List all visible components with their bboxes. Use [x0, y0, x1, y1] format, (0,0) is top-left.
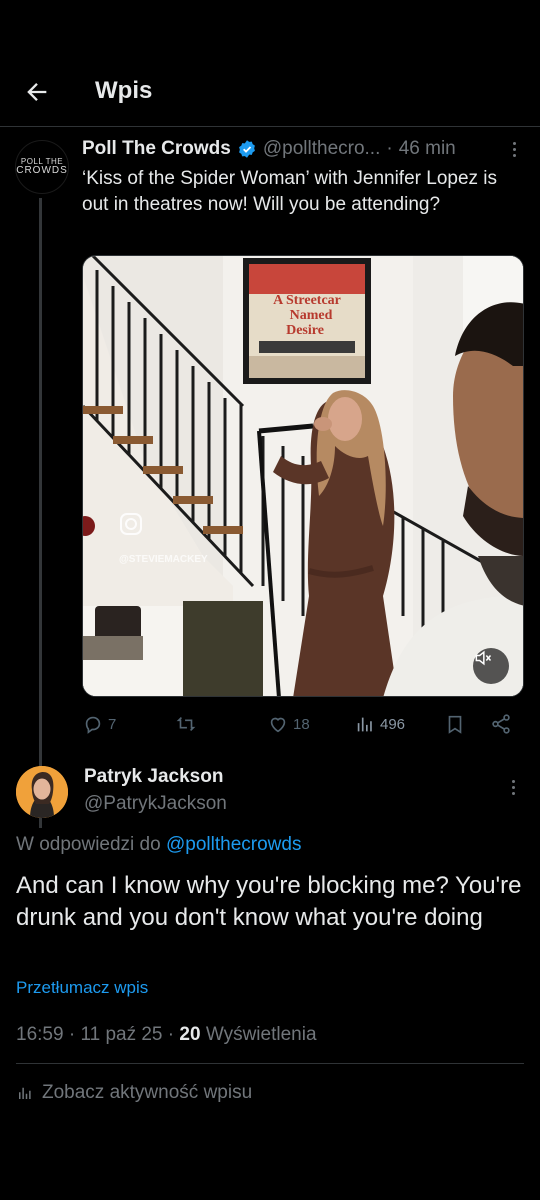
post-meta: Poll The Crowds @pollthecro... · 46 min [82, 136, 527, 162]
post-stats: 16:59 · 11 paź 25 · 20 Wyświetlenia [16, 1024, 317, 1046]
mute-icon[interactable] [473, 648, 509, 684]
views-icon [19, 1087, 31, 1099]
retweet-icon [176, 716, 196, 732]
thread-connector [39, 198, 42, 828]
poster-line2: Named [290, 308, 333, 323]
views-count: 496 [380, 715, 406, 733]
bookmark-button[interactable] [444, 711, 466, 737]
view-activity-link[interactable]: Zobacz aktywność wpisu [16, 1082, 252, 1104]
like-count: 18 [293, 715, 310, 733]
page-title: Wpis [95, 77, 153, 104]
post-video[interactable]: A Streetcar Named Desire @STEVIEMACKEY [82, 255, 524, 697]
separator-dot: · [68, 1024, 76, 1045]
author-name[interactable]: Poll The Crowds [82, 138, 231, 160]
post-text: ‘Kiss of the Spider Woman’ with Jennifer… [82, 168, 498, 215]
author-handle[interactable]: @pollthecro... [263, 138, 381, 160]
top-bar: Wpis [0, 55, 540, 127]
bookmark-icon [448, 715, 462, 734]
video-frame: A Streetcar Named Desire @STEVIEMACKEY [83, 256, 523, 696]
poster-line3: Desire [286, 323, 324, 338]
post-time[interactable]: 46 min [399, 138, 456, 160]
view-activity-label: Zobacz aktywność wpisu [42, 1082, 253, 1103]
like-button[interactable]: 18 [267, 711, 310, 737]
reply-icon [85, 716, 101, 734]
video-watermark: @STEVIEMACKEY [119, 554, 208, 565]
views-button[interactable]: 496 [354, 711, 405, 737]
retweet-button[interactable] [174, 711, 202, 737]
divider [16, 1063, 524, 1064]
views-icon [357, 717, 372, 732]
author-handle[interactable]: @PatrykJackson [84, 793, 227, 815]
post-time[interactable]: 16:59 [16, 1024, 64, 1045]
avatar[interactable]: POLL THE CROWDS [15, 140, 69, 194]
replying-prefix: W odpowiedzi do [16, 834, 161, 855]
poster-line1: A Streetcar [273, 293, 341, 308]
separator-dot: · [386, 138, 393, 159]
replying-mention-link[interactable]: @pollthecrowds [166, 834, 301, 855]
author-name[interactable]: Patryk Jackson [84, 766, 223, 788]
avatar-text-line2: CROWDS [16, 165, 68, 176]
post-date[interactable]: 11 paź 25 [80, 1024, 162, 1045]
share-icon [492, 714, 510, 734]
more-icon[interactable] [501, 136, 527, 162]
back-arrow-icon[interactable] [20, 75, 54, 109]
translate-link[interactable]: Przetłumacz wpis [16, 978, 148, 998]
views-count: 20 [179, 1024, 201, 1045]
reply-button[interactable]: 7 [82, 711, 116, 737]
share-button[interactable] [490, 711, 512, 737]
verified-badge-icon [238, 140, 255, 158]
separator-dot: · [167, 1024, 175, 1045]
views-label: Wyświetlenia [205, 1024, 317, 1045]
post-text: And can I know why you're blocking me? Y… [16, 872, 522, 931]
more-icon[interactable] [500, 774, 526, 800]
like-icon [270, 717, 286, 733]
post-actions: 7 18 496 [82, 711, 524, 737]
replying-to: W odpowiedzi do @pollthecrowds [16, 834, 301, 856]
avatar[interactable] [16, 766, 68, 818]
reply-count: 7 [108, 715, 117, 733]
